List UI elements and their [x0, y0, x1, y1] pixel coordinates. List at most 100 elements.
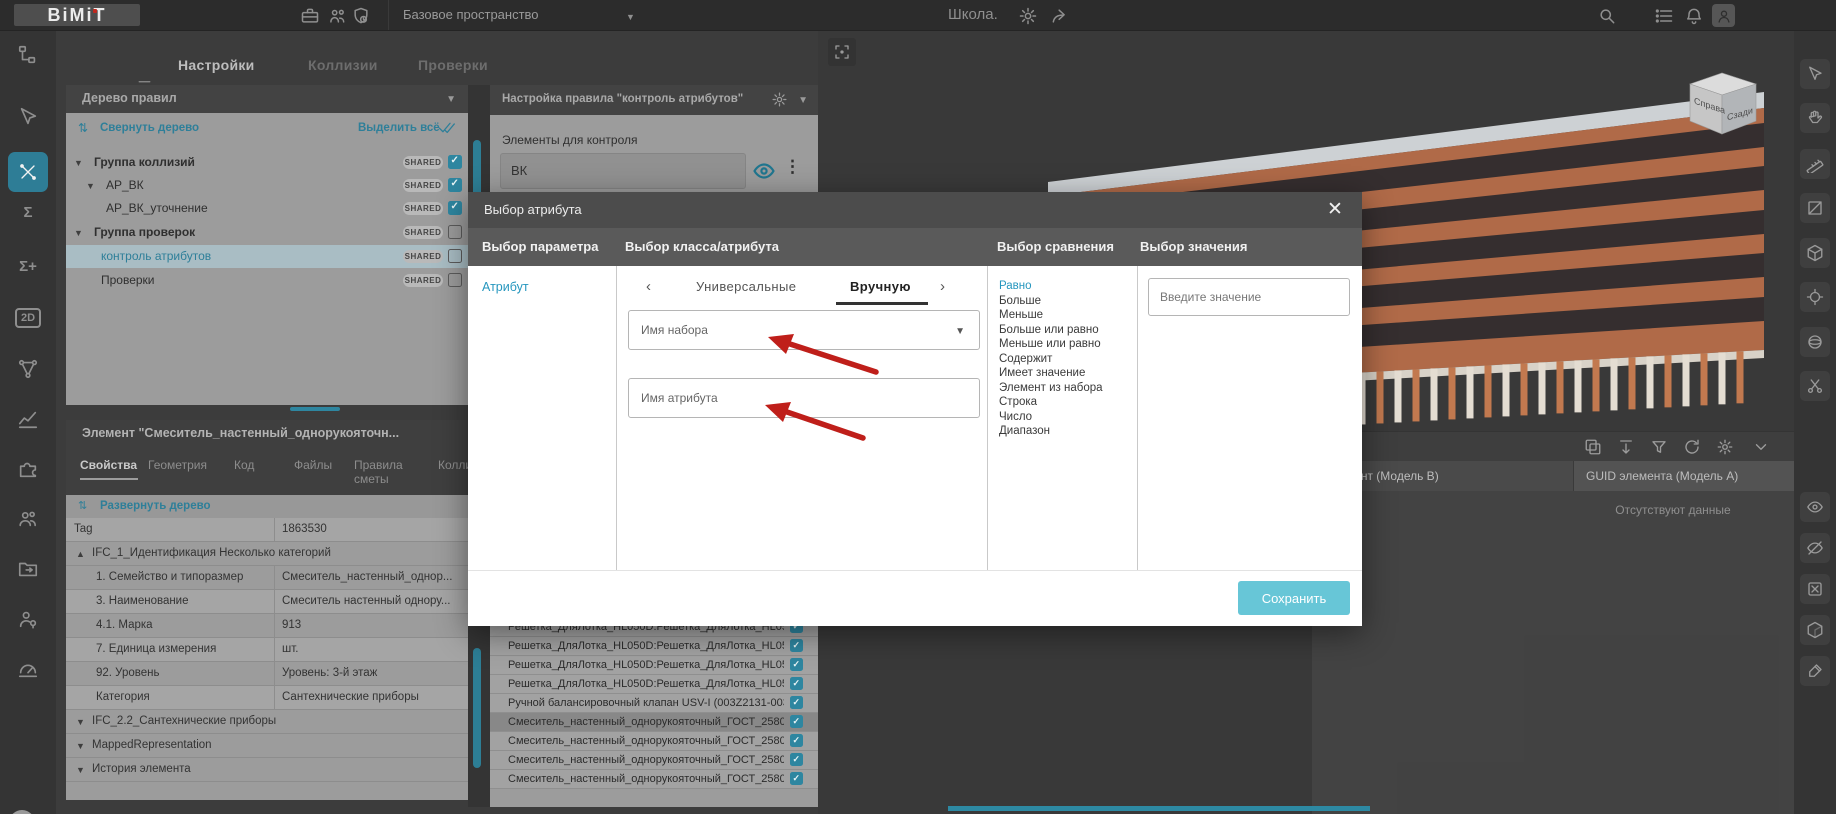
show-tool-icon[interactable]: [1800, 492, 1830, 522]
clip-tool-icon[interactable]: [1800, 371, 1830, 401]
list-item[interactable]: Решетка_ДляЛотка_HL050D:Решетка_ДляЛотка…: [490, 637, 818, 656]
set-name-select[interactable]: Имя набора ▼: [628, 310, 980, 350]
project-settings-gear-icon[interactable]: [1018, 6, 1038, 26]
structure-graph-icon[interactable]: [17, 358, 39, 380]
list-checkbox[interactable]: [790, 772, 803, 785]
tab-code[interactable]: Код: [234, 458, 296, 472]
row-checkbox[interactable]: [448, 273, 462, 287]
modal-close-icon[interactable]: ✕: [1324, 199, 1346, 221]
list-item[interactable]: Смеситель_настенный_однорукояточный_ГОСТ…: [490, 713, 818, 732]
list-checkbox[interactable]: [790, 639, 803, 652]
parameter-option-attribute[interactable]: Атрибут: [482, 280, 529, 294]
list-checkbox[interactable]: [790, 677, 803, 690]
property-row[interactable]: 92. УровеньУровень: 3-й этаж: [66, 662, 492, 686]
tab-properties[interactable]: Свойства: [80, 458, 142, 472]
expander-icon[interactable]: ▼: [74, 228, 83, 238]
collapse-tree-icon[interactable]: ⇅: [78, 121, 88, 135]
tab-universal[interactable]: Универсальные: [696, 279, 796, 294]
visibility-eye-icon[interactable]: [752, 159, 776, 183]
property-section-row[interactable]: ▲IFC_1_Идентификация Несколько категорий: [66, 542, 492, 566]
model-tree-icon[interactable]: [17, 44, 39, 66]
workspace-selector[interactable]: Базовое пространство: [388, 0, 643, 30]
measure-tool-icon[interactable]: [1800, 149, 1830, 179]
sum-plus-tool-icon[interactable]: Σ+: [15, 258, 41, 275]
navigation-cube[interactable]: Справа Сзади: [1680, 66, 1764, 140]
list-checkbox[interactable]: [790, 696, 803, 709]
property-row[interactable]: 3. НаименованиеСмеситель настенный однор…: [66, 590, 492, 614]
list-checkbox[interactable]: [790, 734, 803, 747]
tree-row-checks[interactable]: Проверки SHARED: [66, 269, 470, 292]
section-collapse-icon[interactable]: ▲: [76, 549, 85, 559]
property-row[interactable]: 7. Единица измеренияшт.: [66, 638, 492, 662]
rule-settings-chevron-icon[interactable]: ▼: [798, 95, 808, 106]
transparency-tool-icon[interactable]: [1800, 615, 1830, 645]
scrollbar-thumb[interactable]: [473, 648, 481, 768]
list-checkbox[interactable]: [790, 715, 803, 728]
hide-tool-icon[interactable]: [1800, 533, 1830, 563]
model-cube-icon[interactable]: [1800, 238, 1830, 268]
refresh-icon[interactable]: [1683, 438, 1701, 456]
property-section-row[interactable]: ▼История элемента: [66, 758, 492, 782]
clash-detection-tool-active[interactable]: [8, 152, 48, 192]
check-chart-icon[interactable]: [17, 408, 39, 430]
members-icon[interactable]: [328, 6, 348, 26]
rule-tree-collapse-chevron-icon[interactable]: ▼: [446, 94, 456, 105]
filter-icon[interactable]: [1650, 438, 1668, 456]
tab-checks[interactable]: Проверки: [418, 57, 488, 73]
tabs-prev-icon[interactable]: ‹: [646, 278, 651, 295]
property-row[interactable]: КатегорияСантехнические приборы: [66, 686, 492, 710]
expand-tree-row[interactable]: ⇅ Развернуть дерево: [66, 495, 492, 518]
property-section-row[interactable]: ▼MappedRepresentation: [66, 734, 492, 758]
save-button[interactable]: Сохранить: [1238, 581, 1350, 615]
tree-row-attribute-control[interactable]: контроль атрибутов SHARED: [66, 245, 470, 268]
pan-tool-icon[interactable]: [1800, 103, 1830, 133]
plugins-puzzle-icon[interactable]: [17, 458, 39, 480]
select-all-double-check-icon[interactable]: [438, 120, 455, 135]
orbit-tool-icon[interactable]: [1800, 59, 1830, 89]
attribute-name-input[interactable]: Имя атрибута: [628, 378, 980, 418]
account-icon[interactable]: [1712, 4, 1735, 27]
comparison-option[interactable]: Равно: [999, 280, 1032, 292]
notifications-icon[interactable]: [1684, 6, 1704, 26]
comparison-option[interactable]: Элемент из набора: [999, 382, 1103, 394]
tree-row-ar-vk[interactable]: ▼ АР_ВК SHARED: [66, 174, 470, 197]
results-settings-gear-icon[interactable]: [1716, 438, 1734, 456]
comparison-option[interactable]: Больше: [999, 295, 1041, 307]
selection-box-icon[interactable]: [828, 38, 856, 66]
user-location-icon[interactable]: [17, 608, 39, 630]
list-item[interactable]: Смеситель_настенный_однорукояточный_ГОСТ…: [490, 751, 818, 770]
list-item[interactable]: Ручной балансировочный клапан USV-I (003…: [490, 694, 818, 713]
section-expand-icon[interactable]: ▼: [76, 765, 85, 775]
property-row[interactable]: Tag1863530: [66, 518, 492, 542]
row-checkbox[interactable]: [448, 249, 462, 263]
shared-folder-icon[interactable]: [17, 558, 39, 580]
share-icon[interactable]: [1050, 6, 1070, 26]
comparison-option[interactable]: Диапазон: [999, 425, 1050, 437]
collapse-panel-chevron-icon[interactable]: [1752, 438, 1770, 456]
tab-files[interactable]: Файлы: [294, 458, 356, 472]
gauge-history-icon[interactable]: [17, 658, 39, 680]
comparison-option[interactable]: Число: [999, 411, 1032, 423]
isolate-tool-icon[interactable]: [1800, 574, 1830, 604]
sphere-tool-icon[interactable]: [1800, 327, 1830, 357]
comparison-option[interactable]: Содержит: [999, 353, 1052, 365]
list-item[interactable]: Смеситель_настенный_однорукояточный_ГОСТ…: [490, 770, 818, 789]
comparison-option[interactable]: Строка: [999, 396, 1037, 408]
property-section-row[interactable]: ▼IFC_2.2_Сантехнические приборы: [66, 710, 492, 734]
focus-tool-icon[interactable]: [1800, 282, 1830, 312]
comparison-option[interactable]: Меньше: [999, 309, 1043, 321]
row-checkbox[interactable]: [448, 155, 462, 169]
list-checkbox[interactable]: [790, 753, 803, 766]
property-row[interactable]: 4.1. Марка913: [66, 614, 492, 638]
row-checkbox[interactable]: [448, 201, 462, 215]
section-expand-icon[interactable]: ▼: [76, 741, 85, 751]
compare-icon[interactable]: [1584, 438, 1602, 456]
export-icon[interactable]: [1617, 438, 1635, 456]
security-icon[interactable]: [351, 6, 371, 26]
tab-settings[interactable]: Настройки: [178, 57, 255, 73]
tab-collisions[interactable]: Коллизии: [308, 57, 378, 73]
workspace-chevron-down-icon[interactable]: ▼: [626, 12, 635, 22]
list-item[interactable]: Смеситель_настенный_однорукояточный_ГОСТ…: [490, 732, 818, 751]
briefcase-icon[interactable]: [300, 6, 320, 26]
results-column-guid[interactable]: GUID элемента (Модель A): [1574, 461, 1794, 491]
